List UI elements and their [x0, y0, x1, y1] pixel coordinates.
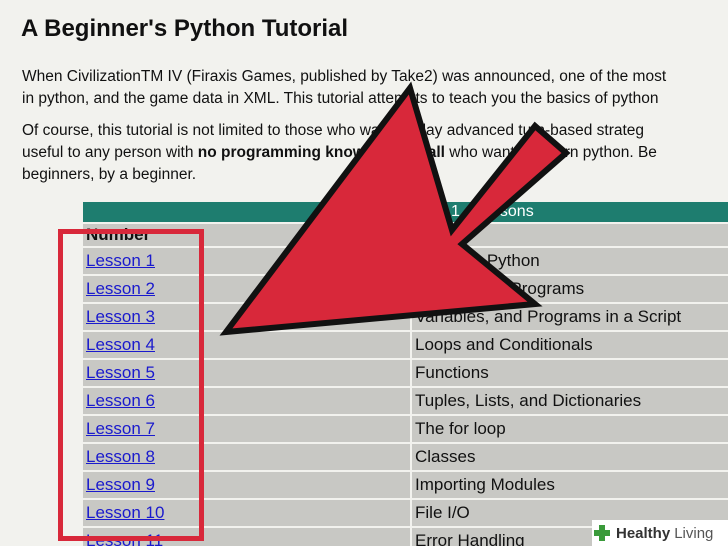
- lesson-link[interactable]: Lesson 2: [86, 279, 155, 298]
- lesson-link[interactable]: Lesson 1: [86, 251, 155, 270]
- watermark-brand-suffix: Living: [674, 524, 714, 542]
- lesson-link[interactable]: Lesson 8: [86, 447, 155, 466]
- lessons-table: Table 1 - Lessons Number Lesson 1 Install…: [81, 200, 728, 546]
- table-row: Lesson 3 Variables, and Programs in a Scr…: [81, 302, 728, 332]
- page-title: A Beginner's Python Tutorial: [21, 15, 349, 42]
- lesson-number-cell: Lesson 7: [81, 414, 412, 444]
- lesson-description: Loops and Conditionals: [410, 330, 728, 360]
- lesson-description: Installing Python: [410, 246, 728, 276]
- lesson-description: Classes: [410, 442, 728, 472]
- lesson-number-cell: Lesson 1: [81, 246, 412, 276]
- lesson-description: Very Simple Programs: [410, 274, 728, 304]
- watermark: Healthy Living: [592, 520, 728, 546]
- lesson-link[interactable]: Lesson 7: [86, 419, 155, 438]
- lesson-link[interactable]: Lesson 3: [86, 307, 155, 326]
- table-row: Lesson 4 Loops and Conditionals: [81, 330, 728, 360]
- intro-paragraph: When CivilizationTM IV (Firaxis Games, p…: [22, 66, 666, 110]
- lesson-number-cell: Lesson 4: [81, 330, 412, 360]
- audience-line-1: Of course, this tutorial is not limited …: [22, 122, 645, 139]
- table-row: Lesson 6 Tuples, Lists, and Dictionaries: [81, 386, 728, 416]
- lesson-description: Tuples, Lists, and Dictionaries: [410, 386, 728, 416]
- watermark-brand: Healthy: [616, 524, 671, 542]
- lesson-link[interactable]: Lesson 11: [86, 531, 163, 546]
- lesson-number-cell: Lesson 5: [81, 358, 412, 388]
- table-row: Lesson 2 Very Simple Programs: [81, 274, 728, 304]
- table-row: Lesson 9 Importing Modules: [81, 470, 728, 500]
- intro-line-2: in python, and the game data in XML. Thi…: [22, 90, 659, 107]
- audience-line-2-bold: no programming knowledge at all: [197, 144, 445, 161]
- lesson-number-cell: Lesson 6: [81, 386, 412, 416]
- lesson-number-cell: Lesson 2: [81, 274, 412, 304]
- table-caption-row: Table 1 - Lessons: [81, 200, 728, 224]
- table-row: Lesson 8 Classes: [81, 442, 728, 472]
- lesson-link[interactable]: Lesson 10: [86, 503, 164, 522]
- lesson-link[interactable]: Lesson 9: [86, 475, 155, 494]
- healthy-living-cross-icon: [594, 525, 610, 541]
- table-row: Lesson 7 The for loop: [81, 414, 728, 444]
- lesson-number-cell: Lesson 11: [81, 526, 412, 546]
- lesson-link[interactable]: Lesson 5: [86, 363, 155, 382]
- table-header-row: Number: [81, 222, 728, 248]
- lesson-number-cell: Lesson 3: [81, 302, 412, 332]
- audience-paragraph: Of course, this tutorial is not limited …: [22, 120, 657, 186]
- lesson-number-cell: Lesson 8: [81, 442, 412, 472]
- lesson-number-cell: Lesson 9: [81, 470, 412, 500]
- header-number: Number: [81, 222, 412, 248]
- table-row: Lesson 1 Installing Python: [81, 246, 728, 276]
- lesson-description: Variables, and Programs in a Script: [410, 302, 728, 332]
- lesson-number-cell: Lesson 10: [81, 498, 412, 528]
- audience-line-2-post: who wants to learn python. Be: [444, 144, 657, 161]
- intro-line-1: When CivilizationTM IV (Firaxis Games, p…: [22, 68, 667, 85]
- tutorial-page: A Beginner's Python Tutorial When Civili…: [0, 0, 728, 546]
- audience-line-3: beginners, by a beginner.: [22, 166, 197, 183]
- lesson-description: The for loop: [410, 414, 728, 444]
- lesson-description: Functions: [410, 358, 728, 388]
- table-caption: Table 1 - Lessons: [81, 200, 728, 224]
- table-row: Lesson 5 Functions: [81, 358, 728, 388]
- lesson-link[interactable]: Lesson 6: [86, 391, 155, 410]
- lesson-description: Importing Modules: [410, 470, 728, 500]
- header-description: [410, 222, 728, 248]
- lesson-link[interactable]: Lesson 4: [86, 335, 155, 354]
- audience-line-2-pre: useful to any person with: [22, 144, 198, 161]
